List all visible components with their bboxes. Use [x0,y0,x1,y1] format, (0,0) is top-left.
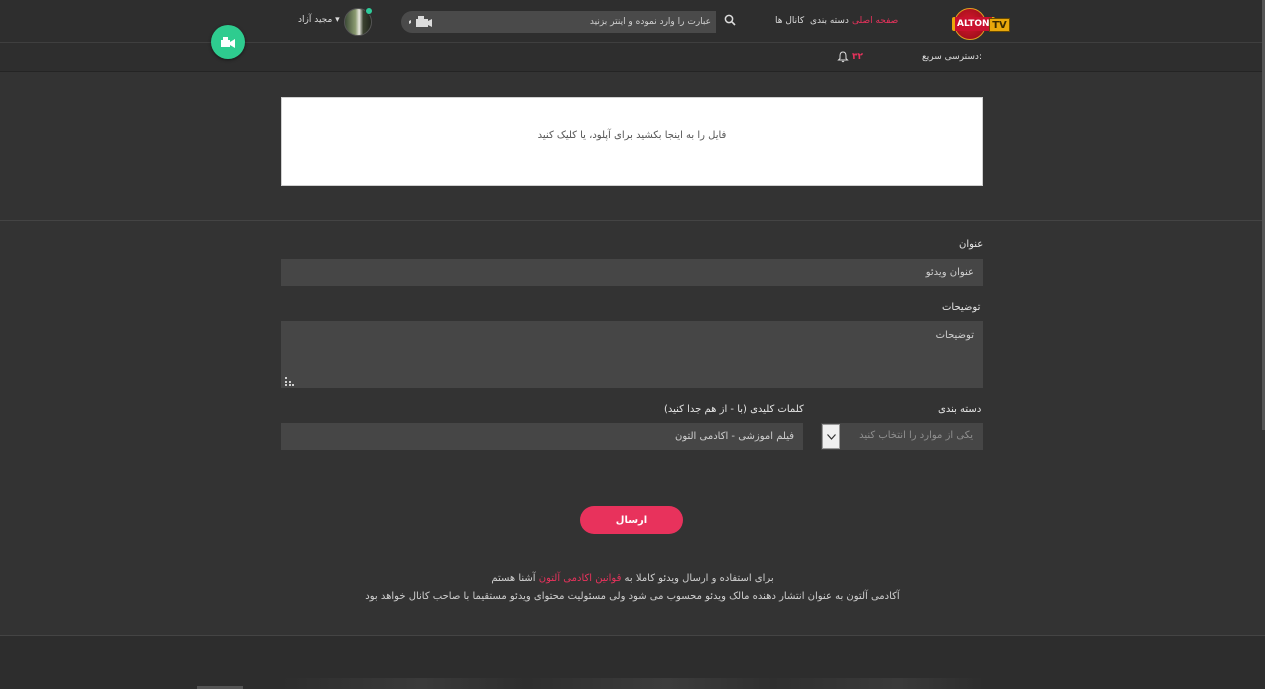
terms-rules-link[interactable]: قوانین اکادمی آلتون [539,573,622,584]
category-select[interactable]: یکی از موارد را انتخاب کنید [821,423,983,450]
chevron-down-icon: ▾ [335,15,340,25]
user-name: مجید آزاد [298,15,333,25]
resize-grip-icon[interactable] [284,376,294,386]
nav-categories-link[interactable]: دسته بندی [810,16,849,26]
footer [0,635,1265,689]
site-logo[interactable]: ALTON TV [949,8,1011,44]
bell-icon[interactable] [837,51,849,63]
category-label: دسته بندی [938,404,982,415]
file-dropzone[interactable]: فایل را به اینجا بکشید برای آپلود، یا کل… [281,97,983,186]
logo-tv-text: TV [989,18,1010,32]
category-dropdown-toggle[interactable] [822,424,840,449]
upload-video-button[interactable] [211,25,245,59]
online-status-dot [365,7,373,15]
notification-count: ۳۲ [852,52,863,62]
keywords-label: کلمات کلیدی (با - از هم جدا کنید) [664,404,804,415]
terms-agreement-line: برای استفاده و ارسال ویدئو کاملا به قوان… [380,573,885,584]
nav-channels-link[interactable]: کانال ها [775,16,804,26]
user-menu[interactable]: مجید آزاد ▾ [298,15,340,25]
title-label: عنوان [959,239,984,250]
dropzone-text: فایل را به اینجا بکشید برای آپلود، یا کل… [537,130,727,141]
chevron-down-icon [827,434,836,440]
keywords-input[interactable] [281,423,803,450]
terms-prefix: برای استفاده و ارسال ویدئو کاملا به [621,573,774,584]
description-textarea[interactable] [281,321,983,388]
upload-section: فایل را به اینجا بکشید برای آپلود، یا کل… [0,72,1265,221]
category-selected-value: یکی از موارد را انتخاب کنید [859,430,973,441]
quick-access-label: دسترسی سریع: [922,52,982,62]
video-camera-icon[interactable] [407,15,433,29]
footer-thumbnail-strip [281,678,983,689]
search-icon[interactable] [724,14,736,26]
upload-icon [221,37,235,48]
title-input[interactable] [281,259,983,286]
quick-access-bar: دسترسی سریع: ۳۲ [0,43,1265,72]
search-box [401,11,716,33]
submit-button[interactable]: ارسال [580,506,683,534]
top-header: ALTON TV صفحه اصلی دسته بندی کانال ها مج… [0,0,1265,43]
nav-home-link[interactable]: صفحه اصلی [852,16,898,26]
terms-suffix: آشنا هستم [491,573,539,584]
terms-responsibility-line: آکادمی آلتون به عنوان انتشار دهنده مالک … [365,591,900,602]
search-input[interactable] [441,11,711,33]
description-label: توضیحات [942,302,981,313]
